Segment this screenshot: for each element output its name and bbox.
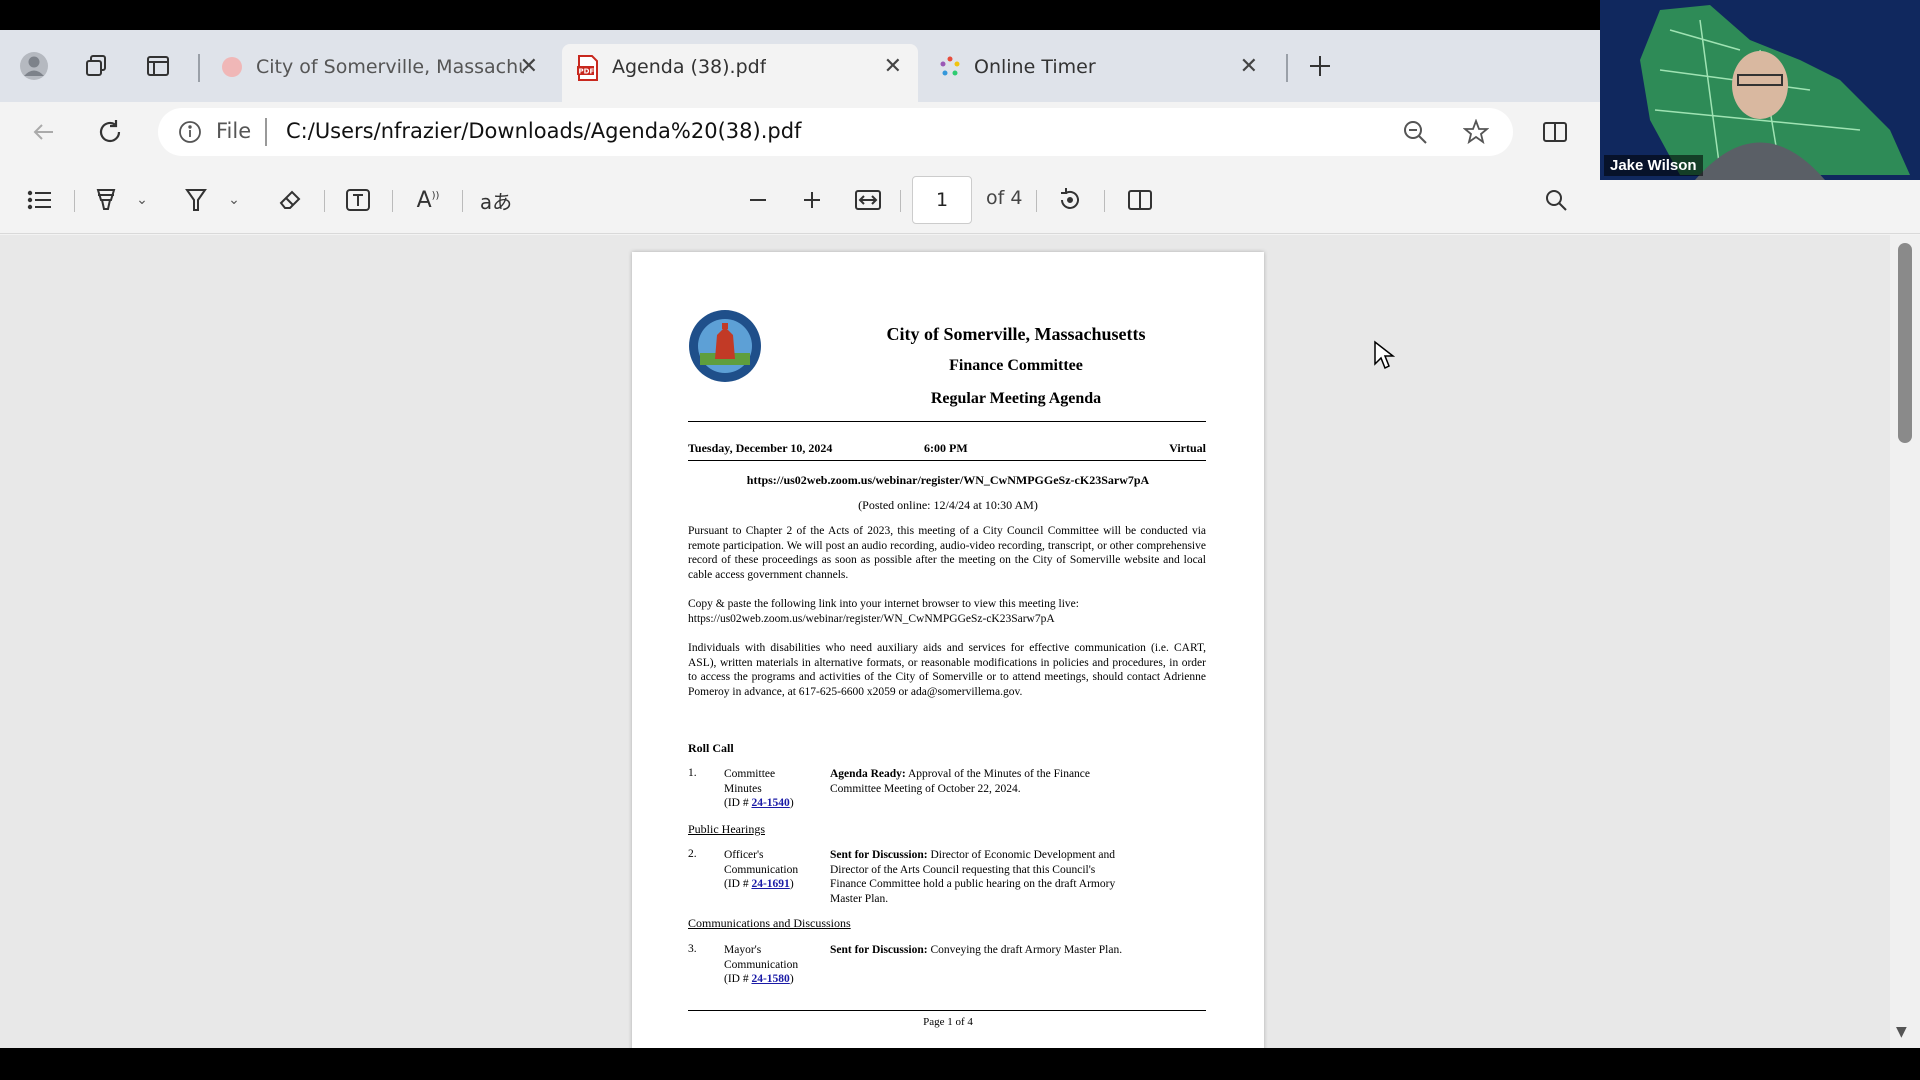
- zoom-link[interactable]: https://us02web.zoom.us/webinar/register…: [632, 473, 1264, 488]
- text-icon[interactable]: [342, 184, 374, 216]
- header-rule: [688, 421, 1206, 422]
- pdf-page: City of Somerville, Massachusetts Financ…: [632, 252, 1264, 1048]
- tab-close-icon[interactable]: ✕: [884, 54, 902, 79]
- document-title: City of Somerville, Massachusetts: [886, 324, 1146, 344]
- timer-favicon: [938, 55, 962, 79]
- pdf-viewer[interactable]: City of Somerville, Massachusetts Financ…: [0, 235, 1890, 1048]
- toolbar-separator: [1104, 190, 1105, 212]
- pdf-favicon: PDF: [576, 55, 600, 81]
- read-aloud-icon[interactable]: A)): [412, 184, 444, 216]
- vertical-scrollbar[interactable]: ▼: [1890, 235, 1920, 1048]
- draw-dropdown-icon[interactable]: ⌄: [224, 184, 244, 216]
- toolbar-separator: [74, 190, 75, 212]
- public-hearings-heading: Public Hearings: [688, 822, 765, 836]
- header-rule: [688, 460, 1206, 461]
- back-icon[interactable]: [26, 114, 62, 150]
- committee-name: Finance Committee: [949, 357, 1083, 374]
- tab-separator: [1286, 54, 1288, 82]
- item-number: 1.: [688, 767, 697, 779]
- footer-rule: [688, 1010, 1206, 1011]
- meeting-time: 6:00 PM: [924, 441, 968, 455]
- item-type: Officer's Communication (ID # 24-1691): [724, 849, 799, 890]
- profile-icon[interactable]: [16, 48, 52, 84]
- tab-agenda-pdf[interactable]: PDF Agenda (38).pdf ✕: [562, 44, 918, 102]
- item-description: Sent for Discussion: Conveying the draft…: [830, 944, 1123, 956]
- meeting-date: Tuesday, December 10, 2024: [688, 441, 833, 455]
- tab-online-timer[interactable]: Online Timer ✕: [924, 44, 1274, 90]
- new-tab-icon[interactable]: [1302, 48, 1338, 84]
- erase-icon[interactable]: [274, 184, 306, 216]
- tab-title: Online Timer: [974, 56, 1096, 78]
- rotate-icon[interactable]: [1054, 184, 1086, 216]
- draw-icon[interactable]: [180, 184, 212, 216]
- posted-online: (Posted online: 12/4/24 at 10:30 AM): [858, 498, 1038, 512]
- url-separator: [265, 118, 267, 146]
- participant-name: Jake Wilson: [1604, 155, 1703, 176]
- live-link-paragraph: Copy & paste the following link into you…: [688, 597, 1206, 626]
- zoom-out-icon[interactable]: [1397, 114, 1433, 150]
- highlight-icon[interactable]: [90, 184, 122, 216]
- page-number-input[interactable]: 1: [912, 176, 972, 224]
- tab-close-icon[interactable]: ✕: [1240, 54, 1258, 79]
- video-overlay: Jake Wilson: [1600, 0, 1920, 180]
- live-link-intro: Copy & paste the following link into you…: [688, 598, 1079, 610]
- remote-participation-paragraph: Pursuant to Chapter 2 of the Acts of 202…: [688, 525, 1206, 581]
- url-scheme: File: [216, 119, 252, 143]
- item-id-link[interactable]: 24-1540: [751, 797, 789, 809]
- agenda-type: Regular Meeting Agenda: [930, 390, 1102, 407]
- item-id-link[interactable]: 24-1691: [751, 878, 789, 890]
- tab-close-icon[interactable]: ✕: [520, 54, 538, 79]
- item-type: Mayor's Communication (ID # 24-1580): [724, 944, 799, 985]
- item-number: 2.: [688, 848, 697, 860]
- collections-icon[interactable]: [78, 48, 114, 84]
- tab-title: City of Somerville, Massachusetts: [256, 56, 524, 78]
- tab-title: Agenda (38).pdf: [612, 56, 767, 78]
- highlight-dropdown-icon[interactable]: ⌄: [132, 184, 152, 216]
- toolbar-separator: [392, 190, 393, 212]
- info-icon[interactable]: [178, 120, 202, 144]
- somerville-favicon: [220, 55, 244, 79]
- split-screen-icon[interactable]: [1537, 114, 1573, 150]
- accessibility-paragraph: Individuals with disabilities who need a…: [688, 642, 1206, 698]
- zoom-plus-icon[interactable]: [796, 184, 828, 216]
- toolbar-separator: [324, 190, 325, 212]
- toolbar-separator: [1036, 190, 1037, 212]
- toolbar-separator: [462, 190, 463, 212]
- scroll-down-icon[interactable]: ▼: [1896, 1024, 1907, 1040]
- browser-window: City of Somerville, Massachusetts ✕ PDF …: [0, 30, 1920, 1048]
- meeting-location: Virtual: [1169, 441, 1206, 455]
- item-description: Sent for Discussion: Director of Economi…: [830, 849, 1116, 905]
- page-footer: Page 1 of 4: [923, 1016, 973, 1028]
- item-description: Agenda Ready: Approval of the Minutes of…: [830, 768, 1091, 795]
- toolbar-separator: [900, 190, 901, 212]
- item-number: 3.: [688, 943, 697, 955]
- page-total-label: of 4: [986, 187, 1023, 209]
- translate-icon[interactable]: aあ: [478, 184, 514, 216]
- scrollbar-thumb[interactable]: [1898, 243, 1912, 443]
- tab-somerville[interactable]: City of Somerville, Massachusetts ✕: [206, 44, 554, 90]
- address-bar[interactable]: File C:/Users/nfrazier/Downloads/Agenda%…: [158, 108, 1513, 156]
- item-type: Committee Minutes (ID # 24-1540): [724, 768, 794, 809]
- item-id-link[interactable]: 24-1580: [751, 973, 789, 985]
- tab-separator: [198, 54, 200, 82]
- refresh-icon[interactable]: [92, 114, 128, 150]
- tab-actions-icon[interactable]: [140, 48, 176, 84]
- screen: City of Somerville, Massachusetts ✕ PDF …: [0, 0, 1920, 1080]
- mouse-cursor-icon: [1374, 340, 1395, 370]
- fit-width-icon[interactable]: [852, 184, 884, 216]
- search-icon[interactable]: [1540, 184, 1572, 216]
- favorite-icon[interactable]: [1458, 114, 1494, 150]
- svg-text:PDF: PDF: [579, 68, 595, 76]
- zoom-minus-icon[interactable]: [742, 184, 774, 216]
- url-text[interactable]: C:/Users/nfrazier/Downloads/Agenda%20(38…: [286, 119, 801, 143]
- communications-heading: Communications and Discussions: [688, 916, 851, 930]
- contents-icon[interactable]: [24, 184, 56, 216]
- roll-call-heading: Roll Call: [688, 741, 734, 755]
- page-view-icon[interactable]: [1124, 184, 1156, 216]
- live-link-url[interactable]: https://us02web.zoom.us/webinar/register…: [688, 612, 1206, 627]
- video-feed: [1640, 5, 1910, 180]
